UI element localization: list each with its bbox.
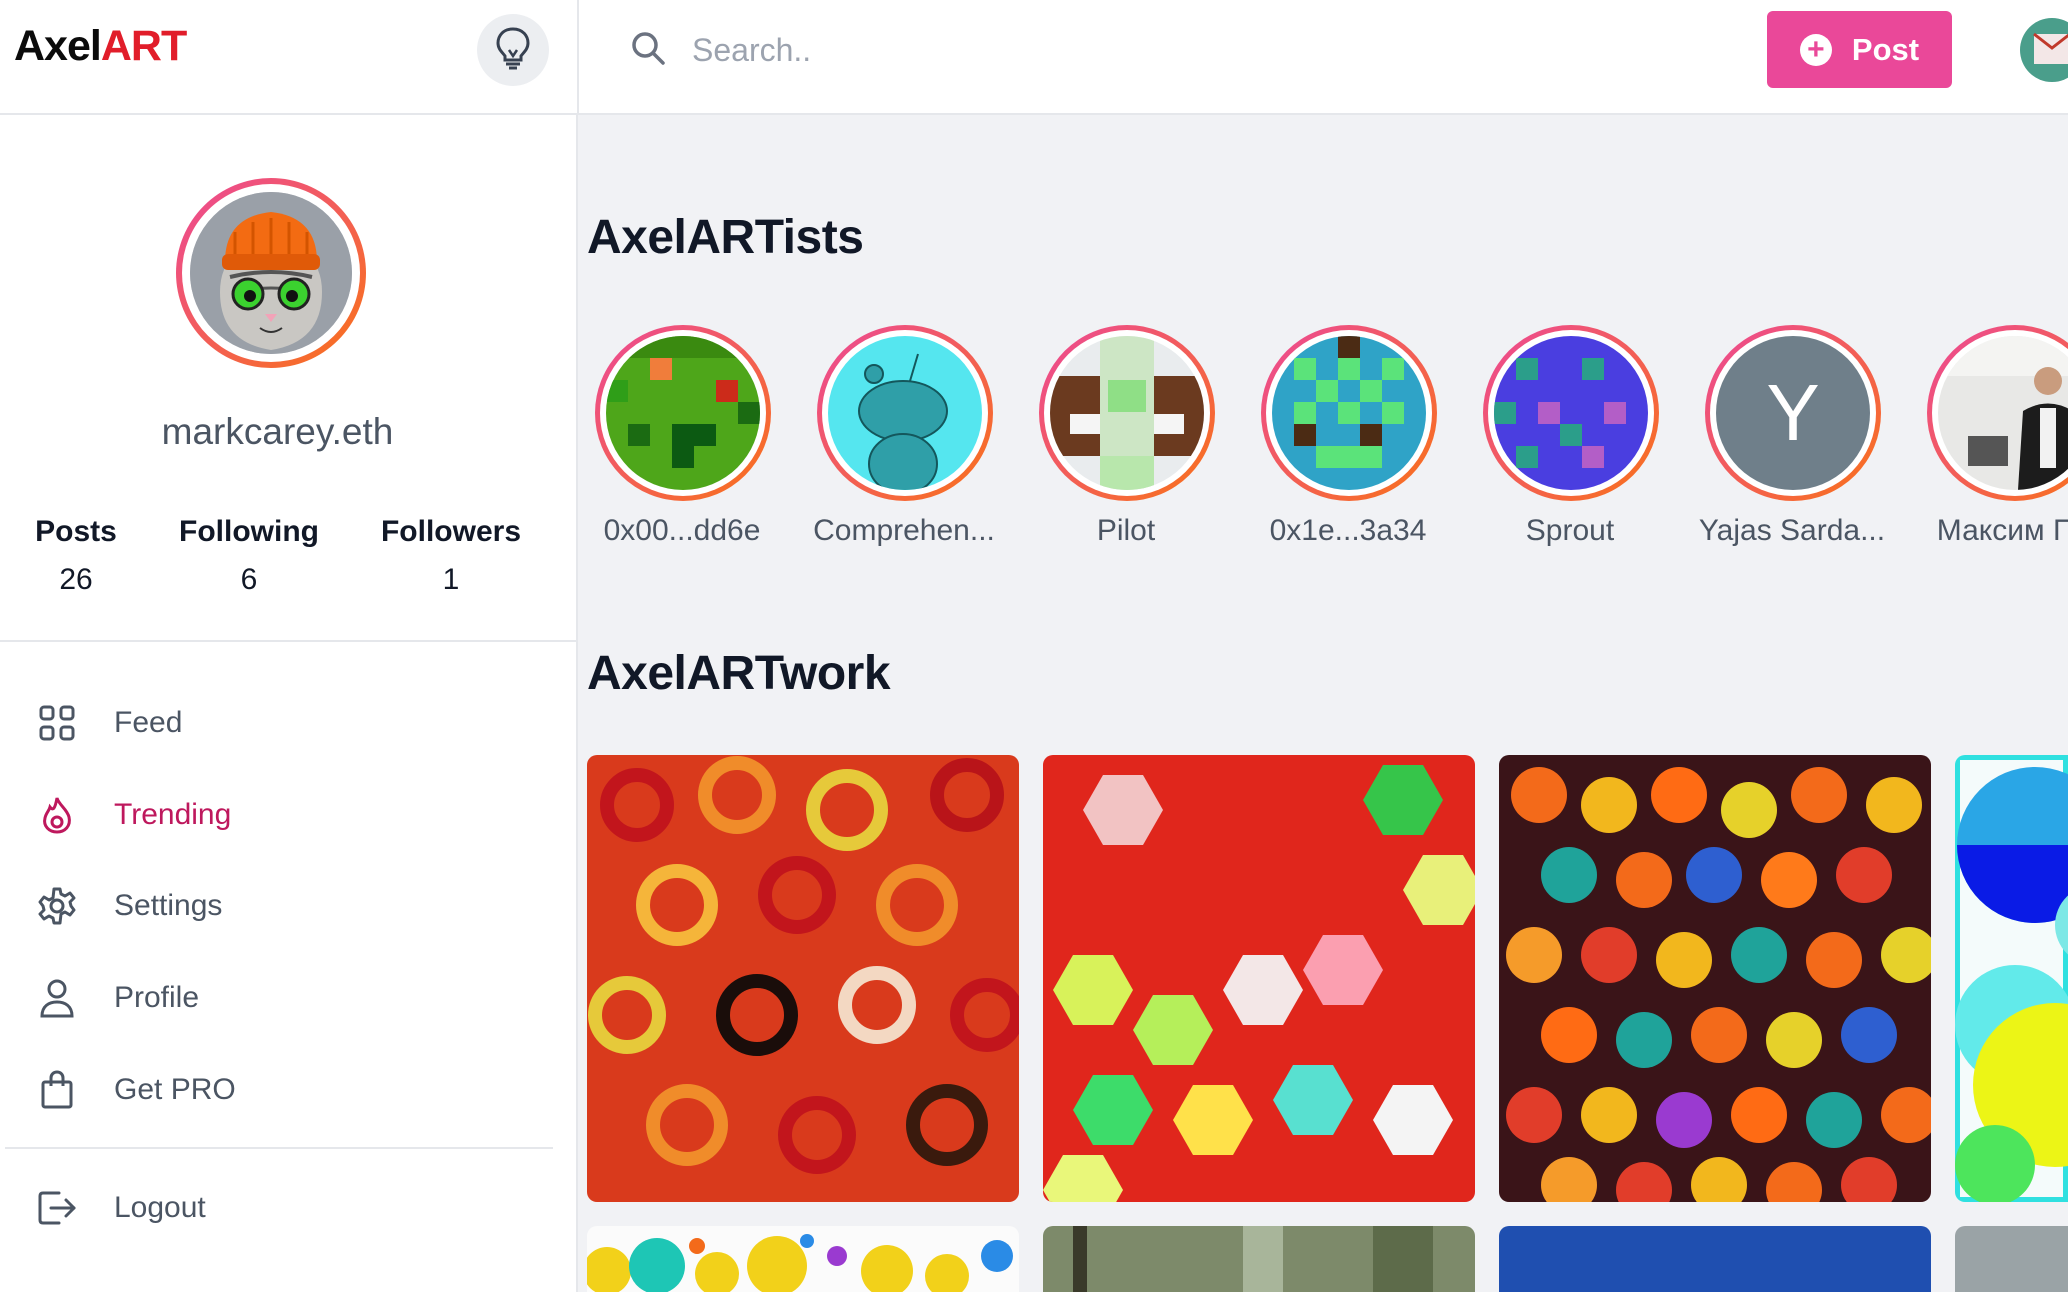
search-icon bbox=[630, 30, 666, 71]
artist-name: Sprout bbox=[1525, 514, 1615, 547]
nav-item-feed[interactable]: Feed bbox=[36, 693, 182, 753]
search-input[interactable] bbox=[690, 30, 1294, 70]
artist-name: Pilot bbox=[1096, 514, 1156, 547]
artwork-image bbox=[1955, 755, 2068, 1202]
nav-item-profile[interactable]: Profile bbox=[36, 968, 199, 1028]
nav-item-label: Trending bbox=[114, 798, 232, 831]
plus-icon: + bbox=[1799, 33, 1832, 66]
artist-avatar bbox=[606, 336, 760, 490]
artwork-card[interactable] bbox=[1043, 1226, 1475, 1292]
stat-label: Posts bbox=[35, 515, 117, 548]
lightbulb-icon bbox=[494, 26, 532, 75]
nav-item-settings[interactable]: Settings bbox=[36, 876, 222, 936]
topbar-divider bbox=[577, 0, 579, 115]
stat-following[interactable]: Following 6 bbox=[175, 515, 323, 597]
search-bar[interactable] bbox=[630, 22, 1330, 78]
theme-toggle-button[interactable] bbox=[477, 14, 549, 86]
nav-item-label: Profile bbox=[114, 981, 200, 1014]
app-logo[interactable]: AxelART bbox=[14, 22, 187, 71]
sidebar-divider bbox=[0, 640, 576, 642]
stat-followers[interactable]: Followers 1 bbox=[377, 515, 525, 597]
logout-button[interactable]: Logout bbox=[36, 1178, 206, 1238]
artwork-image bbox=[1499, 755, 1931, 1202]
artwork-card[interactable] bbox=[587, 1226, 1019, 1292]
nav-item-trending[interactable]: Trending bbox=[36, 785, 231, 845]
artwork-card[interactable] bbox=[1499, 755, 1931, 1202]
profile-username: markcarey.eth bbox=[161, 411, 394, 452]
artwork-card[interactable] bbox=[587, 755, 1019, 1202]
artists-section-title: AxelARTists bbox=[587, 211, 864, 264]
fire-icon bbox=[36, 794, 78, 836]
artwork-card[interactable] bbox=[1955, 1226, 2068, 1292]
stat-posts[interactable]: Posts 26 bbox=[32, 515, 120, 597]
artwork-image bbox=[1043, 755, 1475, 1202]
artwork-image bbox=[587, 755, 1019, 1202]
artist-avatar bbox=[828, 336, 982, 490]
logout-label: Logout bbox=[114, 1191, 206, 1224]
artist-avatar bbox=[1050, 336, 1204, 490]
profile-avatar[interactable] bbox=[176, 178, 366, 368]
grid-icon bbox=[36, 702, 78, 744]
artwork-card[interactable] bbox=[1499, 1226, 1931, 1292]
artwork-image bbox=[1043, 1226, 1475, 1292]
artist-name: 0x1e...3a34 bbox=[1269, 514, 1427, 547]
gear-icon bbox=[36, 885, 78, 927]
user-avatar[interactable] bbox=[2020, 18, 2068, 82]
artist-avatar bbox=[1272, 336, 1426, 490]
stat-label: Following bbox=[179, 515, 319, 548]
nav-item-label: Settings bbox=[114, 889, 223, 922]
artwork-card[interactable] bbox=[1043, 755, 1475, 1202]
post-button[interactable]: + Post bbox=[1767, 11, 1952, 88]
artist-initial: Y bbox=[1766, 368, 1820, 457]
shopping-bag-icon bbox=[36, 1069, 78, 1111]
stat-label: Followers bbox=[380, 515, 522, 548]
artwork-section-title: AxelARTwork bbox=[587, 647, 891, 700]
artwork-image bbox=[587, 1226, 1019, 1292]
top-bar: AxelART + Post bbox=[0, 0, 2068, 115]
artist-name: Comprehen... bbox=[813, 514, 995, 547]
user-icon bbox=[36, 977, 78, 1019]
nav-item-label: Get PRO bbox=[114, 1073, 236, 1106]
sidebar-divider bbox=[5, 1147, 553, 1149]
nav-item-label: Feed bbox=[114, 706, 183, 739]
artist-name: 0x00...dd6e bbox=[603, 514, 761, 547]
artist-avatar bbox=[1494, 336, 1648, 490]
artwork-card[interactable] bbox=[1955, 755, 2068, 1202]
post-button-label: Post bbox=[1851, 31, 1920, 67]
artist-name: Yajas Sarda... bbox=[1698, 514, 1886, 547]
sidebar: markcarey.eth Posts 26 Following 6 Follo… bbox=[0, 115, 578, 1292]
artist-name: Максим Пе bbox=[1936, 514, 2068, 547]
nav-item-get-pro[interactable]: Get PRO bbox=[36, 1060, 236, 1120]
stat-value: 1 bbox=[442, 563, 460, 596]
stat-value: 26 bbox=[59, 563, 93, 596]
stat-value: 6 bbox=[240, 563, 258, 596]
logout-icon bbox=[36, 1187, 78, 1229]
